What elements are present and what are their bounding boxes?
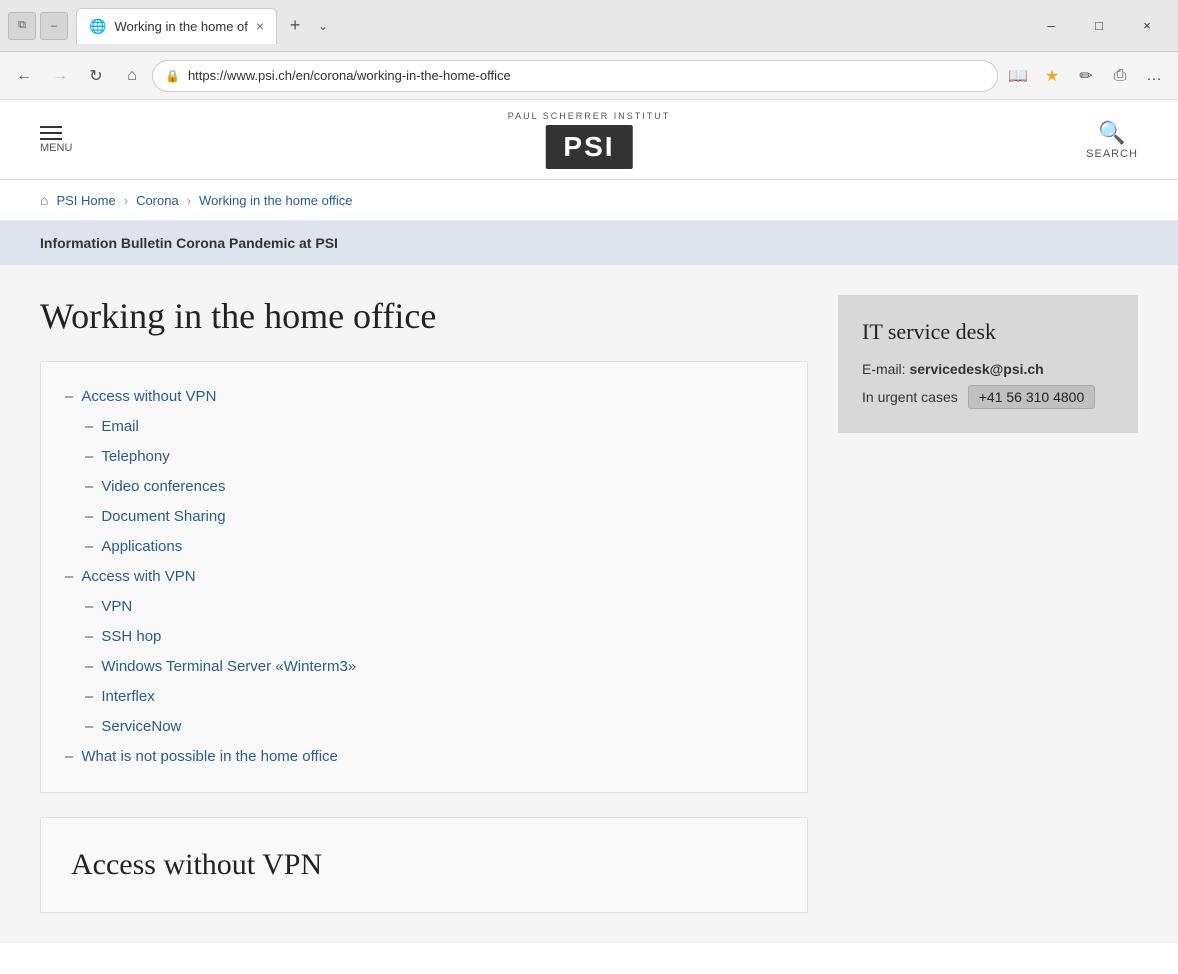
window-minimize-btn[interactable]: –: [1028, 10, 1074, 42]
restore-down-btn[interactable]: ⧉: [8, 12, 36, 40]
forward-btn[interactable]: →: [44, 60, 76, 92]
window-controls-left: ⧉ –: [8, 12, 68, 40]
toc-link-servicenow[interactable]: ServiceNow: [101, 712, 181, 742]
logo-area: PAUL SCHERRER INSTITUT PSI: [508, 111, 671, 169]
it-email-link[interactable]: servicedesk@psi.ch: [909, 361, 1043, 377]
page-wrapper: MENU PAUL SCHERRER INSTITUT PSI 🔍 SEARCH…: [0, 100, 1178, 974]
window-close-btn[interactable]: ×: [1124, 10, 1170, 42]
tab-close-btn[interactable]: ×: [256, 18, 264, 34]
toc-item-1: – Access without VPN: [65, 382, 783, 412]
breadcrumb-psi-home[interactable]: PSI Home: [56, 193, 115, 208]
reader-view-btn[interactable]: 📖: [1002, 60, 1034, 92]
new-tab-btn[interactable]: +: [281, 12, 309, 40]
breadcrumb-corona[interactable]: Corona: [136, 193, 179, 208]
search-button[interactable]: 🔍 SEARCH: [1086, 120, 1138, 160]
window-controls-right: – □ ×: [1028, 10, 1170, 42]
share-btn[interactable]: ⎙: [1104, 60, 1136, 92]
breadcrumb-current[interactable]: Working in the home office: [199, 193, 352, 208]
toc-link-vpn[interactable]: VPN: [101, 592, 132, 622]
toc-list: – Access without VPN – Email – Telephony…: [65, 382, 783, 772]
toc-link-access-no-vpn[interactable]: Access without VPN: [81, 382, 216, 412]
toolbar-buttons: 📖 ★ ✏ ⎙ …: [1002, 60, 1170, 92]
toc-link-telephony[interactable]: Telephony: [101, 442, 169, 472]
site-header: MENU PAUL SCHERRER INSTITUT PSI 🔍 SEARCH: [0, 100, 1178, 180]
tab-dropdown-btn[interactable]: ⌄: [311, 14, 335, 38]
search-label: SEARCH: [1086, 148, 1138, 160]
pen-btn[interactable]: ✏: [1070, 60, 1102, 92]
toc-item-interflex: – Interflex: [65, 682, 783, 712]
section-access-no-vpn: Access without VPN: [40, 817, 808, 913]
address-bar[interactable]: 🔒: [152, 60, 998, 92]
home-btn[interactable]: ⌂: [116, 60, 148, 92]
toc-item-email: – Email: [65, 412, 783, 442]
refresh-btn[interactable]: ↻: [80, 60, 112, 92]
it-box-title: IT service desk: [862, 319, 1114, 345]
it-service-desk-box: IT service desk E-mail: servicedesk@psi.…: [838, 295, 1138, 433]
toc-box: – Access without VPN – Email – Telephony…: [40, 361, 808, 793]
search-icon: 🔍: [1098, 120, 1125, 146]
it-urgent-line: In urgent cases +41 56 310 4800: [862, 385, 1114, 409]
window-maximize-btn[interactable]: □: [1076, 10, 1122, 42]
toc-link-not-possible[interactable]: What is not possible in the home office: [81, 742, 338, 772]
main-column: Working in the home office – Access with…: [40, 295, 808, 913]
it-email-label: E-mail:: [862, 361, 906, 377]
menu-label: MENU: [40, 142, 72, 154]
toc-item-winterm: – Windows Terminal Server «Winterm3»: [65, 652, 783, 682]
toc-item-docshare: – Document Sharing: [65, 502, 783, 532]
toc-item-ssh: – SSH hop: [65, 622, 783, 652]
toc-link-email[interactable]: Email: [101, 412, 139, 442]
toc-item-video: – Video conferences: [65, 472, 783, 502]
menu-button[interactable]: MENU: [40, 126, 72, 154]
sidebar-column: IT service desk E-mail: servicedesk@psi.…: [838, 295, 1138, 453]
toc-item-access-vpn: – Access with VPN: [65, 562, 783, 592]
tab-title: Working in the home of: [114, 19, 247, 34]
it-email-line: E-mail: servicedesk@psi.ch: [862, 361, 1114, 377]
toc-link-access-vpn[interactable]: Access with VPN: [81, 562, 195, 592]
toc-link-video[interactable]: Video conferences: [101, 472, 225, 502]
it-urgent-label: In urgent cases: [862, 389, 958, 405]
browser-navbar: ← → ↻ ⌂ 🔒 📖 ★ ✏ ⎙ …: [0, 52, 1178, 100]
content-area: Working in the home office – Access with…: [0, 265, 1178, 943]
toc-item-not-possible: – What is not possible in the home offic…: [65, 742, 783, 772]
toc-item-telephony: – Telephony: [65, 442, 783, 472]
institution-name: PAUL SCHERRER INSTITUT: [508, 111, 671, 121]
lock-icon: 🔒: [165, 69, 180, 83]
toc-item-servicenow: – ServiceNow: [65, 712, 783, 742]
toc-link-winterm[interactable]: Windows Terminal Server «Winterm3»: [101, 652, 356, 682]
breadcrumb: ⌂ PSI Home › Corona › Working in the hom…: [0, 180, 1178, 221]
favorites-btn[interactable]: ★: [1036, 60, 1068, 92]
psi-logo: PSI: [545, 125, 632, 169]
toc-link-ssh[interactable]: SSH hop: [101, 622, 161, 652]
toc-item-vpn: – VPN: [65, 592, 783, 622]
browser-titlebar: ⧉ – 🌐 Working in the home of × + ⌄ – □ ×: [0, 0, 1178, 52]
page-title: Working in the home office: [40, 295, 808, 337]
browser-tab[interactable]: 🌐 Working in the home of ×: [76, 8, 277, 44]
toc-link-apps[interactable]: Applications: [101, 532, 182, 562]
url-input[interactable]: [188, 68, 985, 83]
minimize-btn-left[interactable]: –: [40, 12, 68, 40]
toc-link-docshare[interactable]: Document Sharing: [101, 502, 225, 532]
toc-item-apps: – Applications: [65, 532, 783, 562]
back-btn[interactable]: ←: [8, 60, 40, 92]
tab-favicon: 🌐: [89, 18, 106, 35]
it-phone-badge: +41 56 310 4800: [968, 385, 1096, 409]
toc-link-interflex[interactable]: Interflex: [101, 682, 154, 712]
more-btn[interactable]: …: [1138, 60, 1170, 92]
breadcrumb-sep-2: ›: [187, 193, 191, 208]
info-banner: Information Bulletin Corona Pandemic at …: [0, 221, 1178, 265]
breadcrumb-home-icon: ⌂: [40, 192, 48, 208]
section-title-access-no-vpn: Access without VPN: [71, 848, 777, 882]
breadcrumb-sep-1: ›: [124, 193, 128, 208]
